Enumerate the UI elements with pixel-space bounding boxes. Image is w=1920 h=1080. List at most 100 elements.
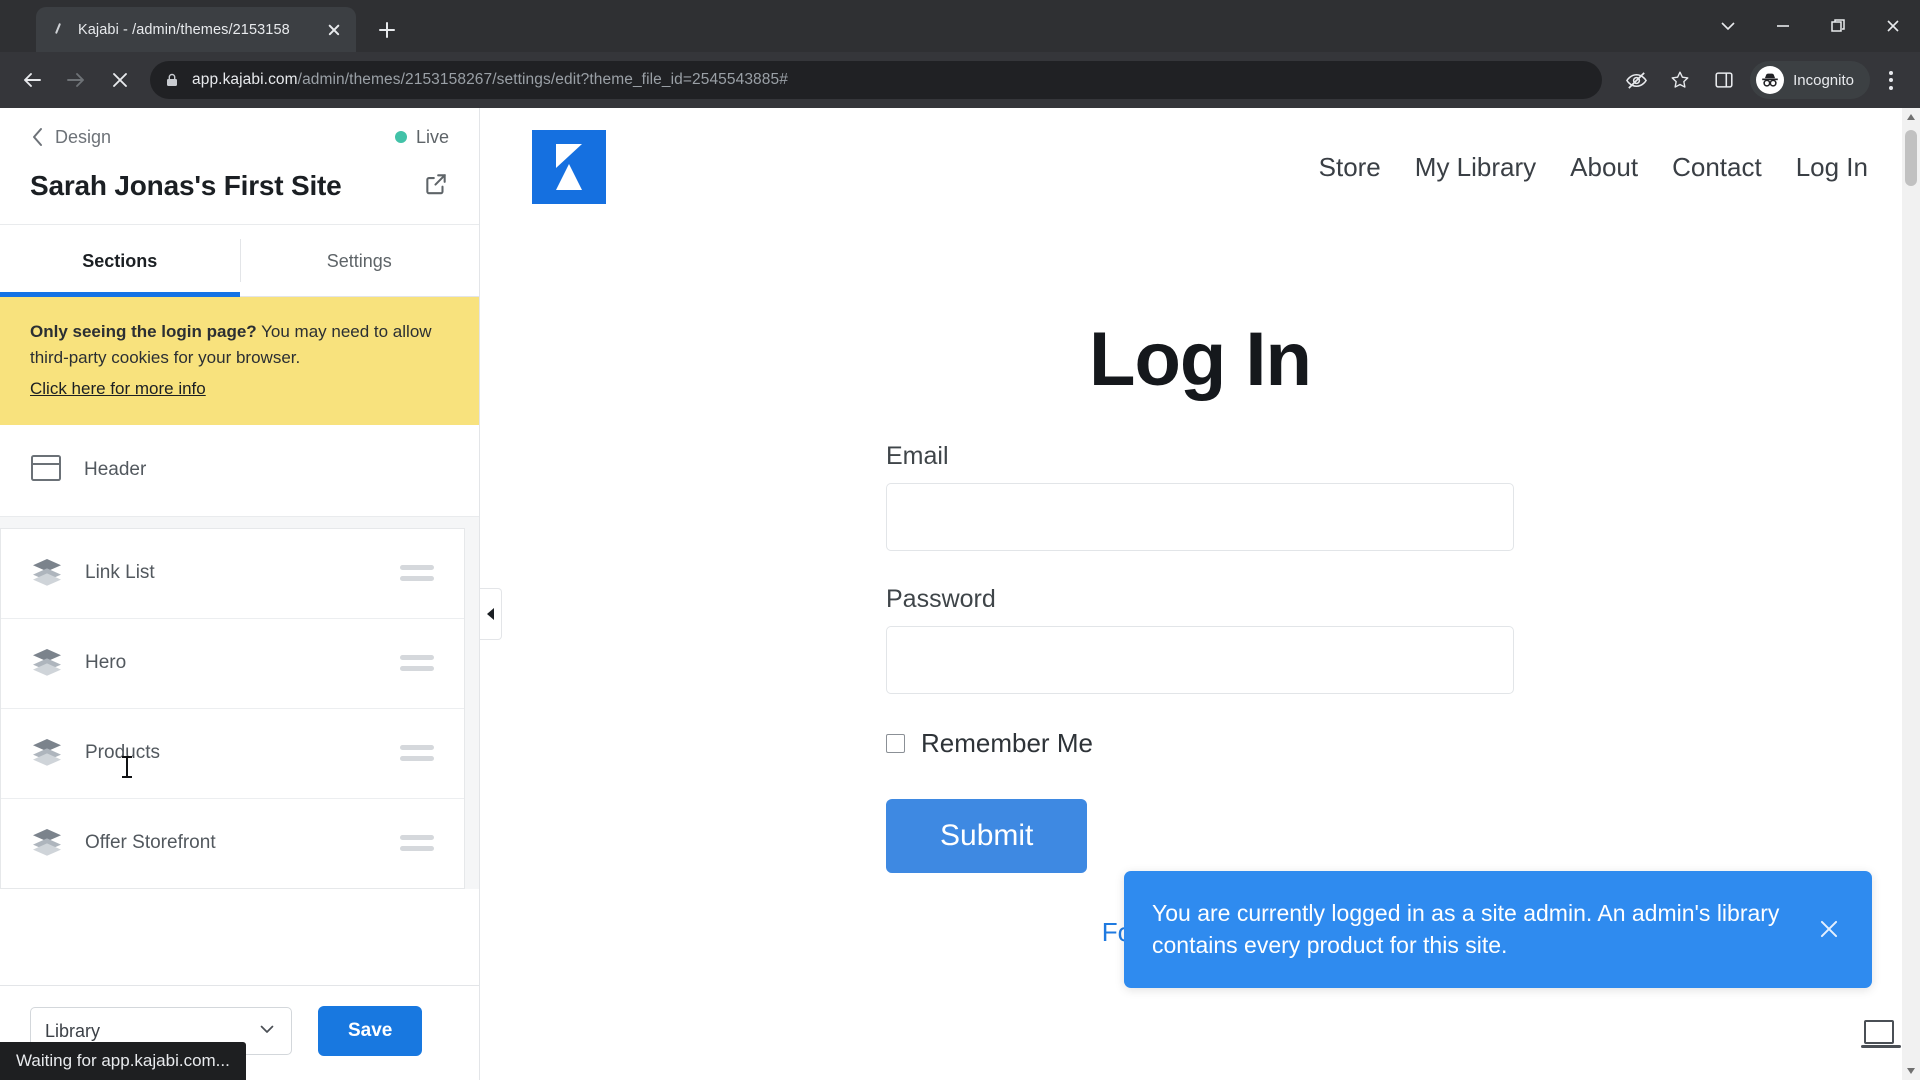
remember-me-checkbox[interactable] [886, 734, 905, 753]
scroll-up-arrow-icon[interactable] [1902, 108, 1920, 126]
browser-toolbar: app.kajabi.com/admin/themes/2153158267/s… [0, 52, 1920, 108]
save-button[interactable]: Save [318, 1006, 423, 1056]
nav-link-my-library[interactable]: My Library [1415, 152, 1536, 183]
profile-label: Incognito [1793, 71, 1854, 89]
layers-icon [31, 826, 63, 861]
email-label: Email [886, 442, 949, 470]
nav-link-store[interactable]: Store [1319, 152, 1381, 183]
open-in-new-tab-icon[interactable] [423, 171, 449, 202]
live-status-badge: Live [394, 126, 449, 148]
draggable-sections-area: Link List Hero Products Offer Storefront [0, 516, 479, 889]
tab-title: Kajabi - /admin/themes/2153158 [78, 21, 290, 38]
text-cursor-icon [122, 756, 132, 778]
login-form: Log In Email Password Remember Me Submit… [886, 322, 1514, 948]
submit-button[interactable]: Submit [886, 799, 1088, 873]
back-link-label: Design [55, 126, 112, 147]
bookmark-star-icon[interactable] [1660, 60, 1700, 100]
password-label: Password [886, 585, 996, 613]
close-icon[interactable] [322, 18, 346, 42]
section-row-hero[interactable]: Hero [1, 618, 464, 709]
new-tab-button[interactable] [370, 13, 404, 47]
tab-search-chevron-icon[interactable] [1700, 0, 1755, 52]
window-close-icon[interactable] [1865, 0, 1920, 52]
back-arrow-icon[interactable] [12, 60, 52, 100]
notice-more-info-link[interactable]: Click here for more info [30, 379, 206, 399]
drag-handle-icon[interactable] [400, 565, 434, 582]
nav-link-log-in[interactable]: Log In [1796, 152, 1868, 183]
toolbar-actions: Incognito [1616, 60, 1908, 100]
stop-loading-icon[interactable] [100, 60, 140, 100]
tab-strip: Kajabi - /admin/themes/2153158 [0, 0, 1920, 52]
layers-icon [31, 646, 63, 681]
editor-header: Design Live Sarah Jonas's First Site [0, 108, 479, 224]
maximize-restore-icon[interactable] [1810, 0, 1865, 52]
side-panel-icon[interactable] [1704, 60, 1744, 100]
kajabi-logo-icon[interactable] [532, 130, 606, 204]
url-host: app.kajabi.com [192, 71, 298, 88]
tab-sections[interactable]: Sections [0, 225, 240, 297]
section-label: Products [85, 742, 160, 764]
nav-link-contact[interactable]: Contact [1672, 152, 1762, 183]
device-preview-icon[interactable] [1861, 1020, 1901, 1048]
browser-window: Kajabi - /admin/themes/2153158 app.kajab… [0, 0, 1920, 1080]
site-nav-links: Store My Library About Contact Log In [1319, 152, 1868, 183]
scrollbar-thumb[interactable] [1905, 130, 1917, 186]
section-row-offer-storefront[interactable]: Offer Storefront [1, 798, 464, 888]
toast-message: You are currently logged in as a site ad… [1152, 899, 1780, 959]
site-security-lock-icon [164, 72, 180, 88]
section-row-products[interactable]: Products [1, 708, 464, 799]
browser-tab[interactable]: Kajabi - /admin/themes/2153158 [36, 7, 356, 52]
section-label: Hero [85, 652, 127, 674]
password-field[interactable] [886, 626, 1514, 694]
drag-handle-icon[interactable] [400, 655, 434, 672]
tab-settings[interactable]: Settings [239, 225, 480, 296]
section-label: Link List [85, 562, 155, 584]
collapse-panel-left-icon[interactable] [480, 588, 502, 640]
email-field[interactable] [886, 483, 1514, 551]
page-select-value: Library [45, 1020, 101, 1041]
toast-close-icon[interactable] [1814, 914, 1844, 944]
drag-handle-icon[interactable] [400, 835, 434, 852]
section-row-link-list[interactable]: Link List [1, 528, 464, 619]
drag-handle-icon[interactable] [400, 745, 434, 762]
url-path: /admin/themes/2153158267/settings/edit?t… [297, 71, 788, 88]
theme-editor-panel: Design Live Sarah Jonas's First Site Sec… [0, 108, 480, 1080]
header-layout-icon [30, 453, 62, 488]
chevron-down-icon [257, 1019, 277, 1044]
login-heading: Log In [1089, 317, 1312, 402]
back-to-design-link[interactable]: Design [30, 126, 111, 148]
layers-icon [31, 556, 63, 591]
editor-tabs: Sections Settings [0, 224, 479, 297]
nav-link-about[interactable]: About [1570, 152, 1638, 183]
window-controls [1700, 0, 1920, 52]
page-viewport: Design Live Sarah Jonas's First Site Sec… [0, 108, 1920, 1080]
status-dot-icon [394, 131, 407, 143]
chevron-left-icon [33, 128, 42, 146]
layers-icon [31, 736, 63, 771]
profile-incognito-button[interactable]: Incognito [1750, 61, 1870, 99]
section-label: Header [84, 459, 147, 481]
page-scrollbar[interactable] [1902, 108, 1920, 1080]
section-row-header[interactable]: Header [0, 424, 479, 517]
incognito-avatar-icon [1756, 66, 1785, 94]
scroll-down-arrow-icon[interactable] [1902, 1062, 1920, 1080]
forward-arrow-icon [56, 60, 96, 100]
address-bar-text: app.kajabi.com/admin/themes/2153158267/s… [192, 71, 788, 89]
browser-status-bubble: Waiting for app.kajabi.com... [0, 1042, 246, 1080]
site-preview: Store My Library About Contact Log In Lo… [480, 108, 1920, 1080]
third-party-cookie-blocked-icon[interactable] [1616, 60, 1656, 100]
cookie-notice-banner: Only seeing the login page? You may need… [0, 297, 479, 425]
remember-me-label: Remember Me [921, 728, 1093, 758]
section-label: Offer Storefront [85, 832, 216, 854]
minimize-icon[interactable] [1755, 0, 1810, 52]
remember-me-row[interactable]: Remember Me [886, 728, 1514, 759]
chrome-menu-icon[interactable] [1874, 60, 1908, 100]
loading-spinner-icon [52, 21, 69, 38]
page-title: Sarah Jonas's First Site [30, 170, 342, 201]
notice-bold-text: Only seeing the login page? [30, 322, 257, 341]
admin-notice-toast: You are currently logged in as a site ad… [1124, 870, 1872, 988]
live-status-label: Live [415, 126, 449, 147]
sections-list: Header Link List Hero Products Offer Sto… [0, 424, 479, 985]
address-bar[interactable]: app.kajabi.com/admin/themes/2153158267/s… [150, 61, 1603, 99]
site-navigation: Store My Library About Contact Log In [480, 108, 1920, 204]
